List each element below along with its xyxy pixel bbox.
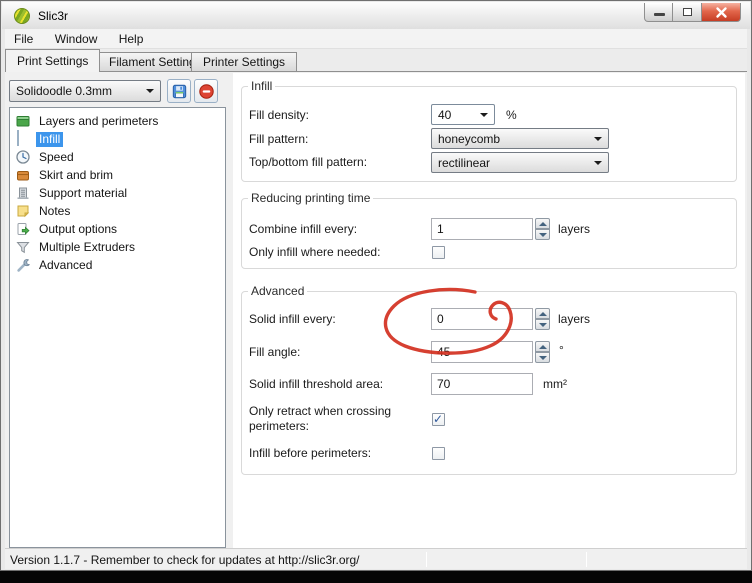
- tab-bar: Print Settings Filament Settings Printer…: [5, 49, 747, 71]
- infill-before-perimeters-checkbox[interactable]: [432, 447, 445, 460]
- spin-down-button[interactable]: [535, 229, 550, 240]
- chevron-down-icon: [594, 137, 602, 141]
- unit-threshold-area: mm²: [543, 377, 567, 391]
- settings-tree: Layers and perimeters Infill Speed Skirt…: [9, 107, 226, 548]
- tree-item-speed[interactable]: Speed: [10, 148, 225, 166]
- minimize-icon: [654, 13, 665, 16]
- preset-select[interactable]: Solidoodle 0.3mm: [9, 80, 161, 102]
- minimize-button[interactable]: [644, 3, 673, 22]
- label-top-bottom-fill-pattern: Top/bottom fill pattern:: [249, 155, 367, 170]
- tree-item-infill[interactable]: Infill: [10, 130, 225, 148]
- solid-infill-every-spinner: [535, 308, 550, 330]
- status-divider: [586, 552, 587, 567]
- solid-infill-every-input[interactable]: [431, 308, 533, 330]
- minus-circle-icon: [198, 83, 215, 100]
- top-bottom-fill-pattern-dropdown[interactable]: rectilinear: [431, 152, 609, 173]
- layers-icon: [15, 113, 31, 129]
- unit-combine-infill: layers: [558, 222, 590, 236]
- menu-bar: File Window Help: [5, 29, 747, 49]
- save-preset-button[interactable]: [167, 79, 191, 103]
- restore-button[interactable]: [673, 3, 702, 22]
- solid-infill-threshold-input[interactable]: [431, 373, 533, 395]
- spin-down-button[interactable]: [535, 352, 550, 363]
- basket-icon: [15, 167, 31, 183]
- chevron-down-icon: [146, 89, 154, 93]
- spin-up-button[interactable]: [535, 308, 550, 319]
- tree-item-notes[interactable]: Notes: [10, 202, 225, 220]
- fill-density-combo[interactable]: 40: [431, 104, 495, 125]
- fill-pattern-dropdown[interactable]: honeycomb: [431, 128, 609, 149]
- title-bar[interactable]: Slic3r: [2, 2, 750, 29]
- close-icon: [715, 6, 728, 19]
- tree-item-layers-and-perimeters[interactable]: Layers and perimeters: [10, 112, 225, 130]
- spin-down-button[interactable]: [535, 319, 550, 330]
- desktop: Slic3r File Window Help Print Settings F…: [0, 0, 752, 583]
- only-retract-crossing-checkbox[interactable]: [432, 413, 445, 426]
- window-title: Slic3r: [38, 9, 68, 23]
- page-arrow-icon: [15, 221, 31, 237]
- label-combine-infill-every: Combine infill every:: [249, 222, 357, 237]
- triangle-up-icon: [539, 312, 547, 316]
- floppy-disk-icon: [171, 83, 188, 100]
- spin-up-button[interactable]: [535, 341, 550, 352]
- tree-item-multiple-extruders[interactable]: Multiple Extruders: [10, 238, 225, 256]
- only-infill-where-needed-checkbox[interactable]: [432, 246, 445, 259]
- tree-item-advanced[interactable]: Advanced: [10, 256, 225, 274]
- tree-item-support-material[interactable]: Support material: [10, 184, 225, 202]
- unit-solid-infill: layers: [558, 312, 590, 326]
- label-infill-before-perimeters: Infill before perimeters:: [249, 446, 371, 461]
- chevron-down-icon: [594, 161, 602, 165]
- combine-infill-every-input[interactable]: [431, 218, 533, 240]
- unit-fill-density: %: [506, 108, 517, 122]
- restore-icon: [683, 8, 692, 16]
- label-only-retract-crossing: Only retract when crossing perimeters:: [249, 404, 421, 434]
- options-pane: Infill Fill density: 40 % Fill pattern: …: [233, 73, 745, 550]
- chevron-down-icon: [480, 113, 488, 117]
- fill-angle-spinner: [535, 341, 550, 363]
- label-solid-infill-threshold: Solid infill threshold area:: [249, 377, 383, 392]
- label-fill-density: Fill density:: [249, 108, 309, 123]
- unit-fill-angle: °: [559, 343, 564, 357]
- status-message: Version 1.1.7 - Remember to check for up…: [10, 553, 360, 567]
- preset-value: Solidoodle 0.3mm: [16, 84, 112, 98]
- slic3r-window: Slic3r File Window Help Print Settings F…: [0, 0, 752, 571]
- group-reducing-title: Reducing printing time: [248, 191, 373, 205]
- group-infill-title: Infill: [248, 79, 275, 93]
- label-fill-angle: Fill angle:: [249, 345, 300, 360]
- wrench-icon: [15, 257, 31, 273]
- tree-item-skirt-and-brim[interactable]: Skirt and brim: [10, 166, 225, 184]
- label-solid-infill-every: Solid infill every:: [249, 312, 336, 327]
- scaffold-icon: [15, 185, 31, 201]
- app-logo-icon: [14, 8, 30, 24]
- delete-preset-button[interactable]: [194, 79, 218, 103]
- menu-help[interactable]: Help: [110, 29, 153, 49]
- window-controls: [644, 3, 741, 22]
- label-only-infill-where-needed: Only infill where needed:: [249, 245, 380, 260]
- triangle-down-icon: [539, 233, 547, 237]
- close-button[interactable]: [702, 3, 741, 22]
- combine-infill-every-spinner: [535, 218, 550, 240]
- triangle-down-icon: [539, 323, 547, 327]
- tree-item-output-options[interactable]: Output options: [10, 220, 225, 238]
- spin-up-button[interactable]: [535, 218, 550, 229]
- label-fill-pattern: Fill pattern:: [249, 132, 308, 147]
- menu-window[interactable]: Window: [46, 29, 107, 49]
- status-divider: [426, 552, 427, 567]
- status-bar: Version 1.1.7 - Remember to check for up…: [5, 548, 747, 569]
- triangle-up-icon: [539, 222, 547, 226]
- tab-print-settings[interactable]: Print Settings: [5, 49, 100, 72]
- triangle-up-icon: [539, 345, 547, 349]
- triangle-down-icon: [539, 356, 547, 360]
- clock-icon: [15, 149, 31, 165]
- sticky-note-icon: [15, 203, 31, 219]
- print-settings-page: Solidoodle 0.3mm: [5, 71, 747, 549]
- tab-printer-settings[interactable]: Printer Settings: [191, 52, 297, 71]
- fill-angle-input[interactable]: [431, 341, 533, 363]
- group-advanced-title: Advanced: [248, 284, 307, 298]
- infill-hatch-icon: [15, 131, 31, 147]
- funnel-icon: [15, 239, 31, 255]
- menu-file[interactable]: File: [5, 29, 42, 49]
